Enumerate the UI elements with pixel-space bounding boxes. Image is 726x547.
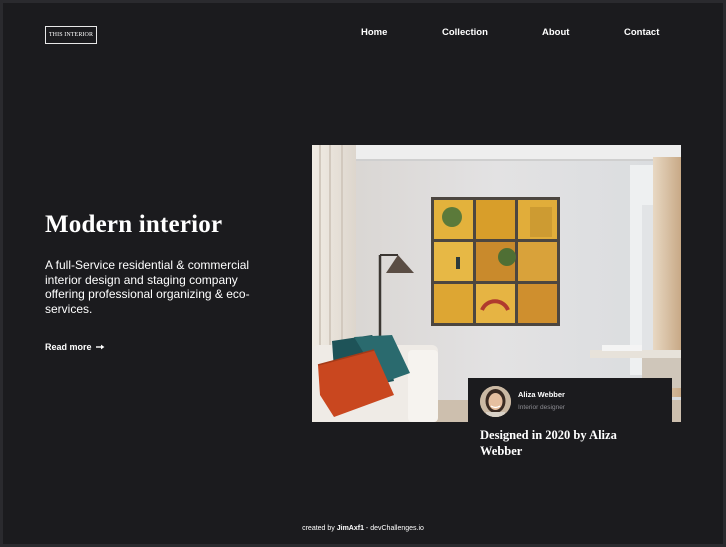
card-title: Designed in 2020 by Aliza Webber [480, 428, 617, 458]
designer-role: Interior designer [518, 404, 565, 411]
avatar-image [480, 386, 511, 417]
read-more-link[interactable]: Read more [45, 342, 105, 352]
designer-card: Aliza Webber Interior designer Designed … [468, 378, 672, 471]
logo[interactable]: THIS INTERIOR [45, 26, 97, 44]
avatar [480, 386, 511, 417]
nav-home[interactable]: Home [361, 27, 387, 38]
nav-collection[interactable]: Collection [442, 27, 488, 38]
nav-contact[interactable]: Contact [624, 27, 659, 38]
nav-about[interactable]: About [542, 27, 569, 38]
read-more-label: Read more [45, 342, 92, 352]
footer-site[interactable]: devChallenges.io [370, 525, 424, 532]
hero-title: Modern interior [45, 211, 223, 238]
footer-prefix: created by [302, 525, 335, 532]
designer-name: Aliza Webber [518, 390, 565, 399]
hero-description: A full-Service residential & commercial … [45, 258, 250, 316]
arrow-right-icon [95, 344, 104, 350]
footer-author[interactable]: JimAxf1 [337, 525, 364, 532]
footer: created by JimAxf1 - devChallenges.io [0, 525, 726, 532]
